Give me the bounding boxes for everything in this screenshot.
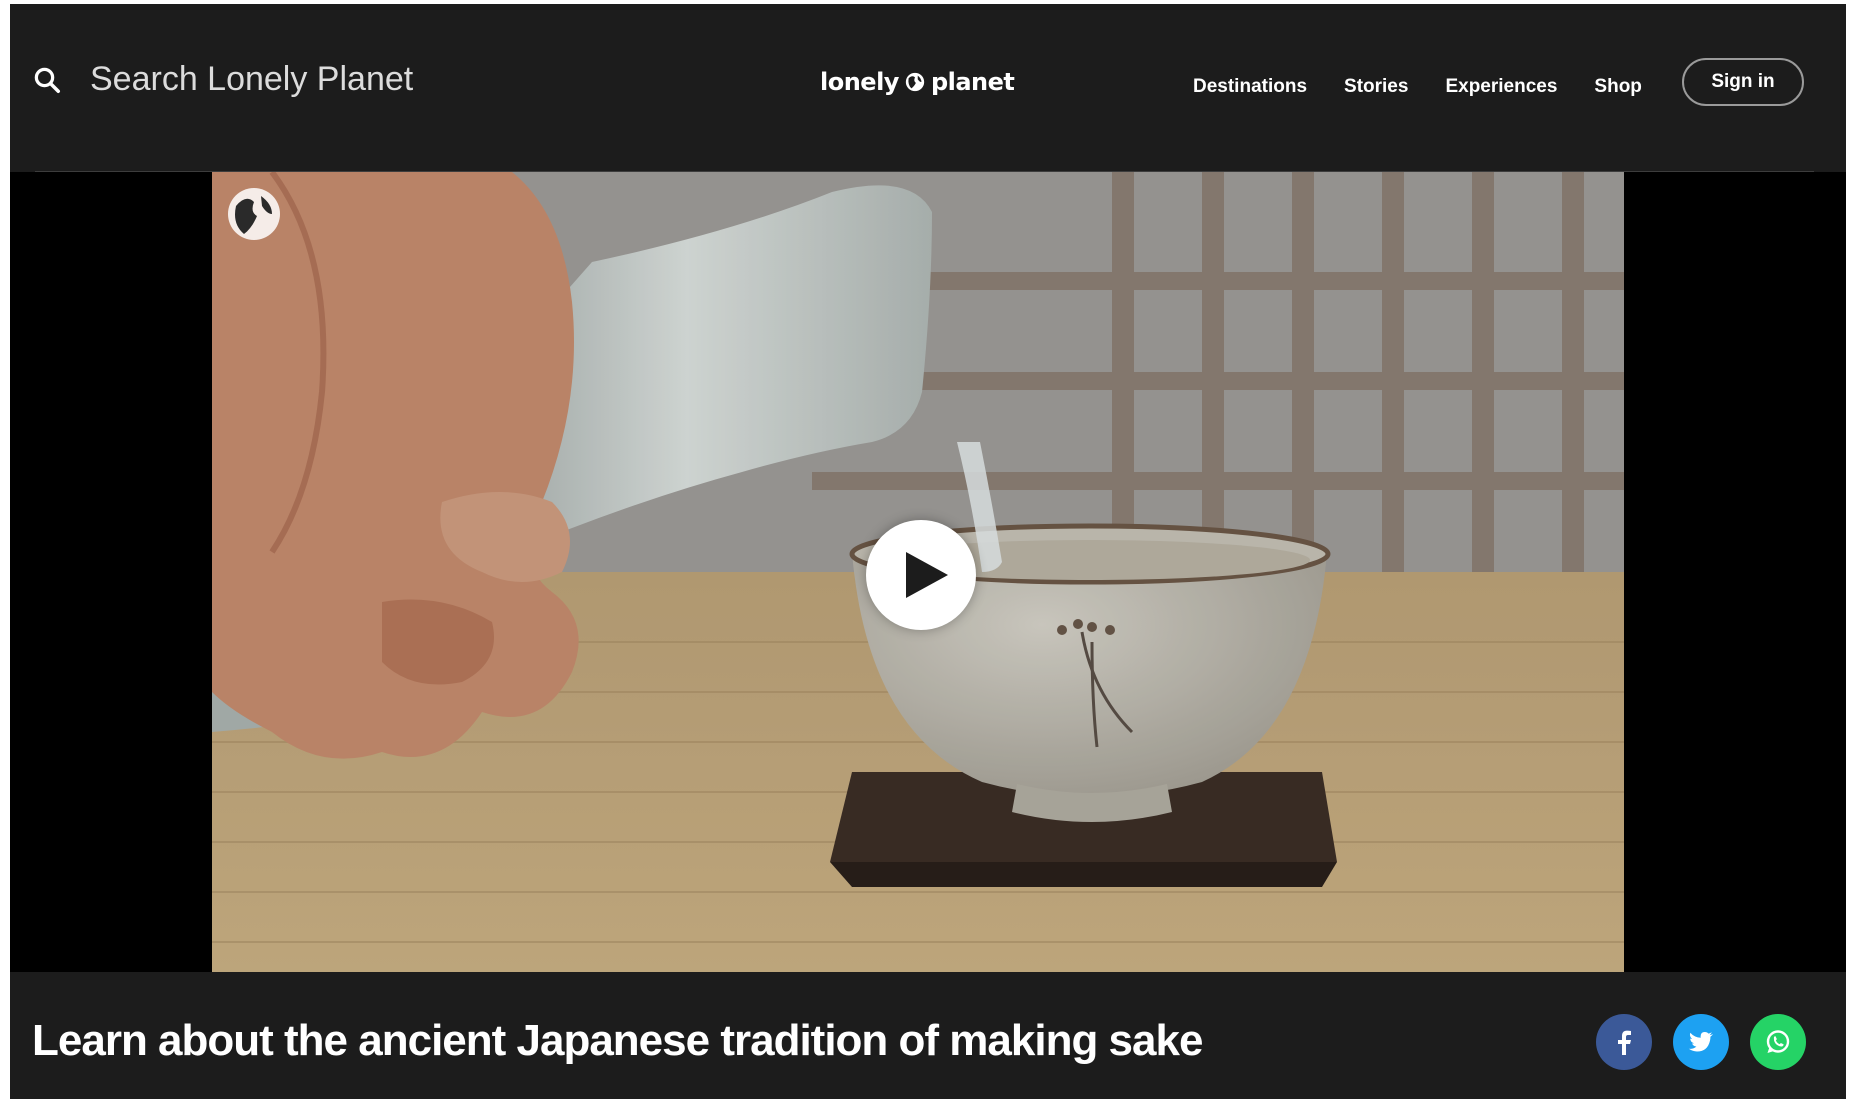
search-bar[interactable]: Search Lonely Planet	[32, 60, 413, 99]
facebook-share-button[interactable]	[1596, 1014, 1652, 1070]
sign-in-button[interactable]: Sign in	[1682, 58, 1804, 106]
play-button[interactable]	[866, 520, 976, 630]
play-icon	[906, 552, 948, 598]
main-nav: Destinations Stories Experiences Shop	[1193, 76, 1679, 98]
lonely-planet-globe-icon	[228, 188, 280, 240]
nav-destinations[interactable]: Destinations	[1193, 76, 1307, 98]
twitter-share-button[interactable]	[1673, 1014, 1729, 1070]
nav-shop[interactable]: Shop	[1594, 76, 1642, 98]
facebook-icon	[1618, 1030, 1631, 1055]
nav-experiences[interactable]: Experiences	[1445, 76, 1557, 98]
page-frame: Search Lonely Planet lonely planet Desti…	[10, 4, 1846, 1099]
logo-text-left: lonely	[820, 68, 899, 96]
site-logo[interactable]: lonely planet	[820, 68, 1015, 96]
search-input[interactable]: Search Lonely Planet	[90, 60, 413, 99]
twitter-icon	[1688, 1032, 1713, 1052]
logo-text-right: planet	[930, 68, 1015, 96]
globe-icon	[905, 72, 925, 92]
video-container	[10, 172, 1846, 972]
article-title-bar: Learn about the ancient Japanese traditi…	[10, 972, 1846, 1099]
site-header: Search Lonely Planet lonely planet Desti…	[10, 4, 1846, 171]
whatsapp-share-button[interactable]	[1750, 1014, 1806, 1070]
whatsapp-icon	[1766, 1030, 1790, 1053]
search-icon	[34, 67, 60, 93]
nav-stories[interactable]: Stories	[1344, 76, 1408, 98]
video-player[interactable]	[212, 172, 1624, 972]
article-title: Learn about the ancient Japanese traditi…	[32, 1016, 1203, 1065]
